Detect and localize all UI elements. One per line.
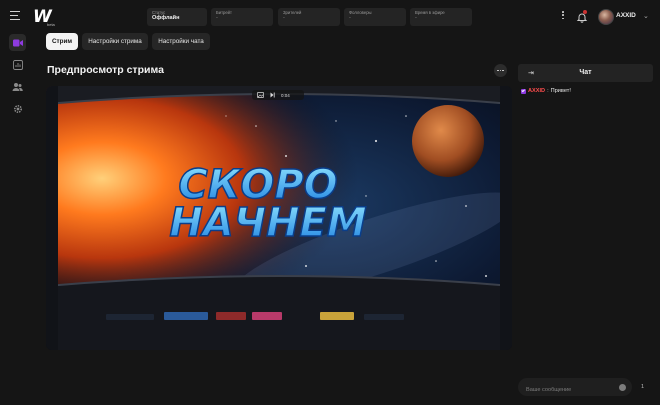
chat-send-counter[interactable]: 1 [641, 384, 644, 390]
video-icon [12, 39, 23, 46]
tab-stream-settings[interactable]: Настройки стрима [82, 33, 148, 50]
logo[interactable]: W beta [33, 7, 63, 29]
chat-header: ⇥ Чат [518, 64, 653, 82]
more-options-button[interactable] [494, 64, 507, 77]
stat-value: - [349, 15, 351, 21]
verified-badge-icon [521, 88, 526, 94]
tab-chat-settings[interactable]: Настройки чата [152, 33, 210, 50]
stream-preview[interactable]: СКОРО НАЧНЕМ [46, 86, 512, 350]
stats-icon [12, 59, 23, 70]
menu-icon[interactable] [10, 11, 20, 21]
preview-control-text: 0:04 [281, 92, 290, 98]
chat-message-input[interactable] [526, 381, 616, 399]
page-title: Предпросмотр стрима [47, 64, 164, 76]
stat-followers: Фолловеры - [344, 8, 406, 26]
stat-value: - [283, 15, 285, 21]
top-bar: W beta Статус Оффлайн Битрейт - Зрителей… [0, 0, 660, 34]
sidebar-item-stream[interactable] [9, 34, 26, 51]
users-icon [12, 82, 23, 91]
stat-uptime: Время в эфире - [410, 8, 472, 26]
chat-message-separator: : [547, 88, 549, 94]
preview-artwork: СКОРО НАЧНЕМ [46, 86, 512, 350]
stat-value: - [415, 15, 417, 21]
stat-bitrate: Битрейт - [211, 8, 273, 26]
stat-value: Оффлайн [152, 15, 180, 21]
settings-icon [13, 104, 22, 113]
stat-status: Статус Оффлайн [147, 8, 207, 26]
headline-line-2: НАЧНЕМ [169, 200, 366, 246]
logo-beta-label: beta [47, 22, 55, 27]
image-icon[interactable] [257, 92, 264, 98]
notification-dot [583, 10, 587, 14]
chat-message: AXXID : Привет! [521, 88, 571, 94]
sidebar-item-analytics[interactable] [9, 56, 26, 73]
stat-value: - [216, 15, 218, 21]
chevron-down-icon[interactable]: ⌄ [643, 12, 649, 20]
chat-message-text: Привет! [550, 88, 571, 94]
stat-viewers: Зрителей - [278, 8, 340, 26]
avatar[interactable] [598, 9, 614, 25]
notifications-bell-icon[interactable] [576, 10, 588, 23]
sidebar-item-community[interactable] [9, 78, 26, 95]
sidebar-item-settings[interactable] [9, 100, 26, 117]
chat-input-box [518, 378, 632, 399]
sidebar [0, 34, 36, 405]
username[interactable]: AXXID [616, 12, 636, 19]
chat-message-author[interactable]: AXXID [528, 88, 545, 94]
preview-controls: 0:04 [252, 90, 304, 100]
skip-icon[interactable] [270, 92, 275, 98]
emoji-icon[interactable] [619, 384, 626, 391]
chat-title: Чат [579, 69, 592, 76]
more-vertical-icon[interactable] [561, 11, 565, 23]
tab-stream[interactable]: Стрим [46, 33, 78, 50]
